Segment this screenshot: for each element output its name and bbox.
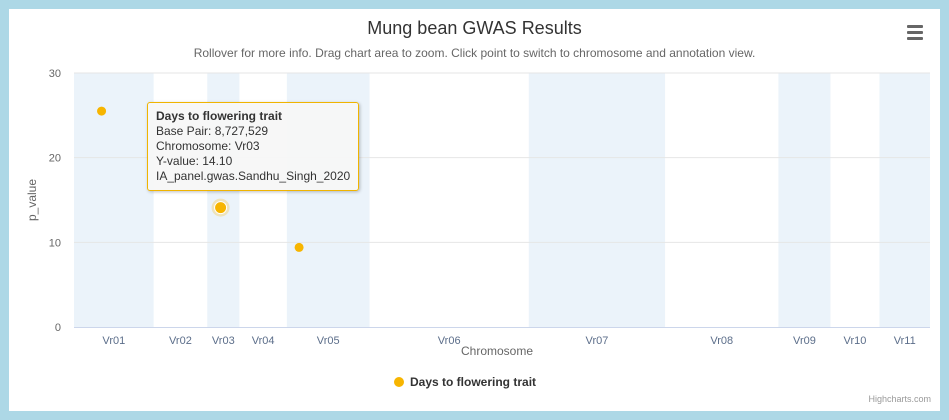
legend-label: Days to flowering trait: [410, 375, 537, 389]
tooltip-chromosome: Chromosome: Vr03: [156, 139, 260, 153]
tooltip-base-pair: Base Pair: 8,727,529: [156, 124, 269, 138]
x-tick-label-vr10: Vr10: [844, 335, 867, 347]
y-tick-labels: 0 10 20 30: [49, 68, 61, 334]
chart-plot-svg[interactable]: 0 10 20 30 Vr01 Vr02 Vr03 Vr04 Vr05 Vr06 Vr07 Vr08…: [9, 9, 940, 411]
menu-icon-bar: [907, 25, 923, 28]
x-axis-label: Chromosome: [461, 344, 533, 358]
y-tick-label: 10: [49, 237, 61, 249]
x-tick-label-vr07: Vr07: [586, 335, 609, 347]
credits-link[interactable]: Highcharts.com: [868, 394, 931, 404]
chromosome-band-vr09: [778, 73, 831, 327]
chart-title: Mung bean GWAS Results: [367, 18, 582, 38]
y-axis-label: p_value: [25, 179, 39, 221]
tooltip-dataset: IA_panel.gwas.Sandhu_Singh_2020: [156, 169, 351, 183]
menu-icon-bar: [907, 31, 923, 34]
chromosome-band-vr11: [879, 73, 930, 327]
x-tick-label-vr11: Vr11: [894, 335, 916, 347]
x-tick-label-vr02: Vr02: [169, 335, 192, 347]
chromosome-band-vr07: [528, 73, 666, 327]
chart-subtitle: Rollover for more info. Drag chart area …: [193, 46, 756, 60]
chart-container: 0 10 20 30 Vr01 Vr02 Vr03 Vr04 Vr05 Vr06 Vr07 Vr08…: [9, 9, 940, 411]
x-tick-label-vr01: Vr01: [102, 335, 125, 347]
x-tick-label-vr04: Vr04: [252, 335, 275, 347]
y-tick-label: 20: [49, 153, 61, 165]
data-point[interactable]: [214, 201, 228, 215]
menu-icon-bar: [907, 37, 923, 40]
tooltip-title: Days to flowering trait: [156, 109, 283, 123]
x-tick-label-vr09: Vr09: [793, 335, 816, 347]
data-point[interactable]: [294, 242, 304, 252]
y-tick-label: 0: [55, 322, 61, 334]
y-tick-label: 30: [49, 68, 61, 80]
tooltip-y-value: Y-value: 14.10: [156, 154, 233, 168]
chromosome-band-vr01: [74, 73, 154, 327]
x-tick-label-vr06: Vr06: [438, 335, 461, 347]
point-tooltip: Days to flowering trait Base Pair: 8,727…: [147, 102, 360, 191]
x-tick-label-vr05: Vr05: [317, 335, 340, 347]
x-tick-label-vr03: Vr03: [212, 335, 235, 347]
legend-marker-icon: [394, 377, 404, 387]
legend-item[interactable]: Days to flowering trait: [394, 375, 536, 389]
x-tick-label-vr08: Vr08: [710, 335, 733, 347]
menu-icon[interactable]: [905, 25, 925, 41]
data-point[interactable]: [97, 106, 107, 116]
